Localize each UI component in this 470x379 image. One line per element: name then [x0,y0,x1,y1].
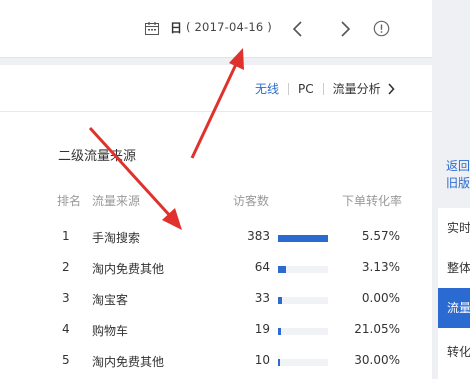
row-rank: 2 [62,260,70,274]
visitor-bar [278,328,281,335]
side-item-realtime[interactable]: 实时 [438,208,470,248]
row-source: 手淘搜索 [92,231,141,245]
side-item-overall[interactable]: 整体 [438,248,470,288]
row-source: 购物车 [92,324,129,338]
table-row[interactable]: 3 淘宝客 33 0.00% [0,291,432,311]
tab-divider [322,82,324,95]
date-value[interactable]: ( 2017-04-16 ) [186,20,272,34]
header-rank: 排名 [57,194,82,208]
row-conversion: 30.00% [354,353,400,367]
table-row[interactable]: 5 淘内免费其他 10 30.00% [0,353,432,373]
side-nav: 实时 整体 流量 转化 [438,208,470,379]
visitor-bar [278,359,280,366]
row-visitors: 10 [254,353,270,367]
row-conversion: 5.57% [361,229,400,243]
row-rank: 3 [62,291,70,305]
visitor-bar [278,297,282,304]
row-visitors: 383 [247,229,270,243]
info-icon[interactable] [373,20,390,37]
tab-wireless[interactable]: 无线 [255,80,279,97]
chevron-left-icon[interactable] [289,19,307,39]
chevron-right-icon[interactable] [387,82,395,95]
side-item-conversion[interactable]: 转化 [438,332,470,372]
visitor-bar-track [278,359,328,366]
date-granularity-label[interactable]: 日 [170,19,182,36]
visitor-bar [278,266,286,273]
row-visitors: 64 [254,260,270,274]
row-conversion: 3.13% [361,260,400,274]
traffic-panel: 无线 PC 流量分析 二级流量来源 排名 流量来源 访客数 下单转化率 1 手淘… [0,65,432,379]
table-row[interactable]: 1 手淘搜索 383 5.57% [0,229,432,249]
row-visitors: 33 [254,291,270,305]
tab-traffic-analysis[interactable]: 流量分析 [333,80,381,97]
calendar-icon[interactable] [145,22,159,35]
row-conversion: 21.05% [354,322,400,336]
back-to-old-version-link[interactable]: 返回旧版 [446,158,470,192]
row-rank: 4 [62,322,70,336]
visitor-bar-track [278,297,328,304]
header-conversion: 下单转化率 [342,194,403,208]
row-source: 淘内免费其他 [92,262,165,276]
row-source: 淘内免费其他 [92,355,165,369]
visitor-bar-track [278,266,328,273]
section-title: 二级流量来源 [58,149,137,164]
visitor-bar-track [278,328,328,335]
row-source: 淘宝客 [92,293,129,307]
table-row[interactable]: 4 购物车 19 21.05% [0,322,432,342]
row-conversion: 0.00% [361,291,400,305]
date-toolbar: 日 ( 2017-04-16 ) [0,0,432,58]
header-source: 流量来源 [92,194,141,208]
side-item-traffic[interactable]: 流量 [438,288,470,328]
row-rank: 5 [62,353,70,367]
chevron-right-icon[interactable] [336,19,354,39]
panel-header: 无线 PC 流量分析 [0,65,432,112]
header-visitors: 访客数 [233,194,270,208]
tab-divider [288,82,290,95]
tab-pc[interactable]: PC [298,82,314,96]
row-rank: 1 [62,229,70,243]
row-visitors: 19 [254,322,270,336]
table-row[interactable]: 2 淘内免费其他 64 3.13% [0,260,432,280]
visitor-bar-track [278,235,328,242]
visitor-bar [278,235,328,242]
terminal-tabs: 无线 PC 流量分析 [255,80,395,97]
